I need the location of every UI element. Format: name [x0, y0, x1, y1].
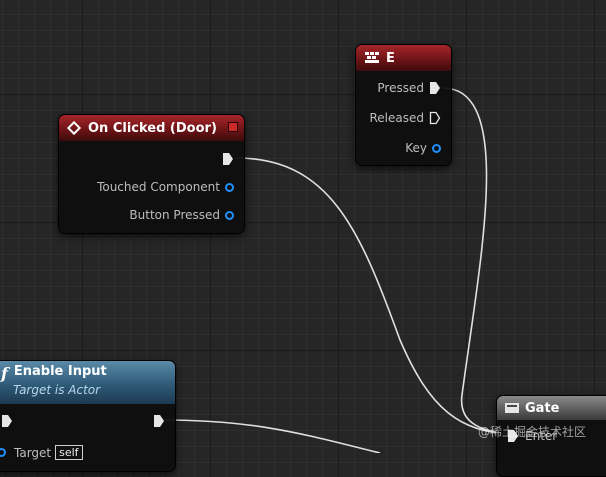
- enable-input-exec-out[interactable]: [153, 414, 165, 428]
- key-label: Key: [405, 141, 427, 155]
- key-e-node-title: E: [386, 50, 395, 66]
- enable-input-node[interactable]: f Enable Input Target is Actor Target se…: [0, 360, 176, 472]
- on-clicked-node-header[interactable]: On Clicked (Door): [59, 115, 244, 141]
- enable-input-subtitle: Target is Actor: [13, 383, 101, 397]
- on-clicked-node-title: On Clicked (Door): [88, 120, 217, 136]
- exec-in-pin-icon[interactable]: [1, 414, 13, 428]
- on-clicked-door-node[interactable]: On Clicked (Door) Touched Component Butt…: [58, 114, 245, 234]
- event-diamond-icon: [66, 120, 82, 136]
- watermark: @稀土掘金技术社区: [478, 425, 587, 439]
- wire-on-clicked-to-gate[interactable]: [235, 157, 513, 435]
- touched-component-label: Touched Component: [97, 180, 220, 194]
- touched-component-pin-icon[interactable]: [225, 182, 234, 192]
- enable-input-node-header[interactable]: f Enable Input Target is Actor: [0, 361, 175, 404]
- keyboard-icon: [365, 52, 379, 63]
- enable-input-node-title: Enable Input: [13, 364, 107, 379]
- released-exec-pin-icon[interactable]: [429, 111, 441, 125]
- wire-enable-input-out[interactable]: [162, 419, 381, 453]
- key-pin-row: Key: [405, 141, 441, 155]
- released-label: Released: [369, 111, 424, 125]
- pressed-label: Pressed: [377, 81, 424, 95]
- exec-out-pin-icon[interactable]: [222, 152, 234, 166]
- touched-component-pin-row: Touched Component: [97, 180, 234, 194]
- button-pressed-pin-icon[interactable]: [225, 210, 234, 220]
- wire-pressed-to-gate[interactable]: [442, 87, 513, 435]
- delegate-pin-icon[interactable]: [228, 122, 238, 132]
- gate-node-title: Gate: [525, 400, 560, 416]
- released-pin-row: Released: [369, 111, 441, 125]
- key-pin-icon[interactable]: [432, 143, 441, 153]
- pressed-exec-pin-icon[interactable]: [429, 81, 441, 95]
- exec-out-pin-icon[interactable]: [153, 414, 165, 428]
- key-e-node-header[interactable]: E: [356, 45, 451, 71]
- enable-input-exec-in[interactable]: [1, 414, 13, 428]
- button-pressed-label: Button Pressed: [129, 208, 220, 222]
- key-e-node[interactable]: E Pressed Released Key: [355, 44, 452, 166]
- function-icon: f: [1, 364, 8, 383]
- pressed-pin-row: Pressed: [377, 81, 441, 95]
- gate-node-header[interactable]: Gate: [497, 396, 606, 420]
- macro-icon: [505, 403, 519, 413]
- button-pressed-pin-row: Button Pressed: [129, 208, 234, 222]
- on-clicked-exec-out[interactable]: [222, 152, 234, 166]
